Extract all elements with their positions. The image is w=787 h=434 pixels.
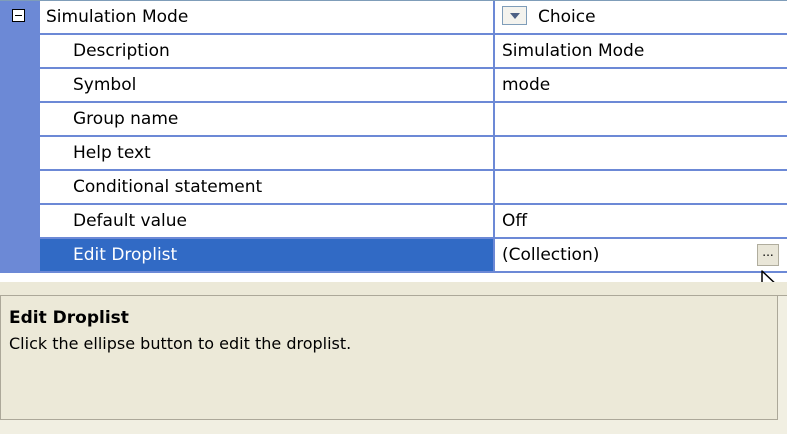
property-name: Description [73, 41, 170, 61]
property-grid: Simulation Mode Choice Description Simul… [0, 0, 787, 302]
property-name-cell: Edit Droplist [40, 239, 495, 273]
property-value-cell[interactable] [495, 171, 787, 205]
property-name: Edit Droplist [73, 245, 178, 265]
category-value: Choice [538, 7, 596, 27]
property-value-cell[interactable]: mode [495, 69, 787, 103]
property-name: Symbol [73, 75, 137, 95]
collapse-minus-icon[interactable] [12, 9, 25, 22]
property-name: Group name [73, 109, 179, 129]
row-gutter [0, 137, 40, 171]
help-title: Edit Droplist [9, 308, 129, 328]
category-value-cell[interactable]: Choice [495, 1, 787, 35]
category-row-simulation-mode[interactable]: Simulation Mode Choice [0, 1, 787, 35]
row-gutter [0, 205, 40, 239]
property-row-default-value[interactable]: Default value Off [0, 205, 787, 239]
property-value: Simulation Mode [502, 41, 645, 61]
property-name: Help text [73, 143, 151, 163]
row-gutter [0, 171, 40, 205]
category-name: Simulation Mode [46, 7, 189, 27]
property-row-edit-droplist[interactable]: Edit Droplist (Collection) ... [0, 239, 787, 273]
property-value-cell[interactable]: Off [495, 205, 787, 239]
property-name-cell: Conditional statement [40, 171, 495, 205]
ellipsis-button[interactable]: ... [757, 244, 779, 266]
property-value-cell[interactable]: (Collection) ... [495, 239, 787, 273]
row-gutter [0, 103, 40, 137]
property-row-group-name[interactable]: Group name [0, 103, 787, 137]
property-value: (Collection) [502, 245, 600, 265]
property-row-description[interactable]: Description Simulation Mode [0, 35, 787, 69]
property-value: mode [502, 75, 551, 95]
property-name: Default value [73, 211, 187, 231]
property-name-cell: Help text [40, 137, 495, 171]
row-gutter [0, 239, 40, 273]
property-name-cell: Default value [40, 205, 495, 239]
help-panel: Edit Droplist Click the ellipse button t… [0, 296, 778, 420]
dropdown-arrow-icon[interactable] [502, 6, 527, 25]
property-row-help-text[interactable]: Help text [0, 137, 787, 171]
row-gutter [0, 35, 40, 69]
help-description: Click the ellipse button to edit the dro… [9, 334, 352, 353]
category-name-cell: Simulation Mode [40, 1, 495, 35]
property-name: Conditional statement [73, 177, 263, 197]
row-gutter [0, 69, 40, 103]
property-value-cell[interactable]: Simulation Mode [495, 35, 787, 69]
property-name-cell: Symbol [40, 69, 495, 103]
property-row-symbol[interactable]: Symbol mode [0, 69, 787, 103]
panel-splitter[interactable] [0, 282, 787, 296]
property-name-cell: Description [40, 35, 495, 69]
property-value-cell[interactable] [495, 137, 787, 171]
property-value: Off [502, 211, 528, 231]
property-value-cell[interactable] [495, 103, 787, 137]
property-name-cell: Group name [40, 103, 495, 137]
property-row-conditional-statement[interactable]: Conditional statement [0, 171, 787, 205]
